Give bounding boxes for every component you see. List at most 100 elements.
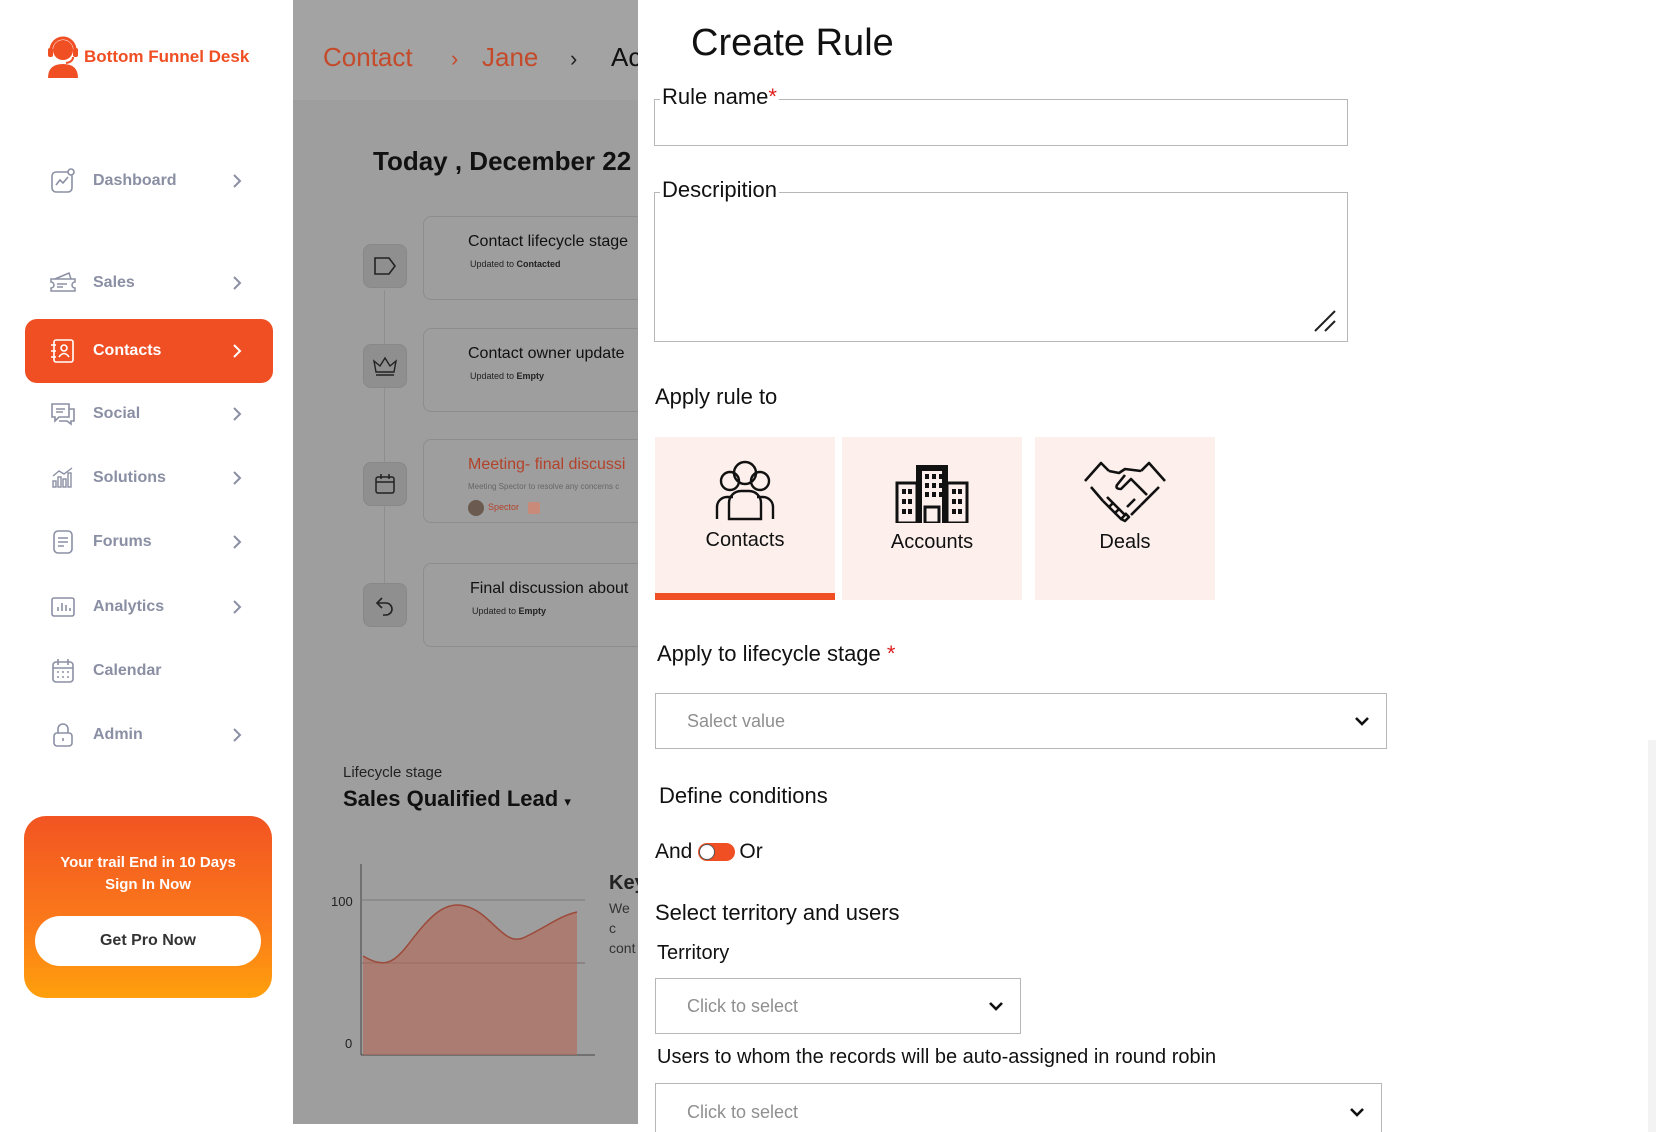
solutions-icon xyxy=(49,464,77,492)
sidebar-item-solutions[interactable]: Solutions xyxy=(25,446,273,510)
sidebar-item-dashboard[interactable]: Dashboard xyxy=(25,149,273,213)
sidebar-item-calendar[interactable]: Calendar xyxy=(25,639,273,703)
territory-users-heading: Select territory and users xyxy=(655,900,900,925)
promo-trial-text: Your trail End in 10 Days xyxy=(60,854,236,871)
apply-rule-to-label: Apply rule to xyxy=(655,384,778,409)
reply-icon xyxy=(363,583,407,627)
territory-label: Territory xyxy=(657,942,730,964)
and-or-toggle[interactable] xyxy=(698,843,736,861)
breadcrumb-separator-icon: › xyxy=(570,46,578,71)
chevron-right-icon xyxy=(227,344,247,358)
date-heading: Today , December 22 xyxy=(373,146,632,176)
calendar-icon xyxy=(49,657,77,685)
sidebar-item-label: Calendar xyxy=(93,662,162,679)
scroll-gutter xyxy=(1648,740,1656,1132)
toggle-knob xyxy=(699,844,716,860)
timeline-card-sub: Updated to Empty xyxy=(472,606,547,616)
timeline-card[interactable]: Contact owner update Updated to Empty xyxy=(423,328,638,412)
tile-label: Accounts xyxy=(890,531,974,553)
sidebar-item-sales[interactable]: Sales xyxy=(25,251,273,315)
lifecycle-stage-label: Lifecycle stage xyxy=(343,764,443,781)
timeline-card[interactable]: Contact lifecycle stage Updated to Conta… xyxy=(423,216,638,300)
lifecycle-stage-select[interactable]: Salect value xyxy=(655,693,1387,749)
contacts-icon xyxy=(49,337,77,365)
selected-indicator xyxy=(655,593,835,600)
lifecycle-stage-dropdown[interactable]: Sales Qualified Lead ▾ xyxy=(343,786,571,812)
panel-title: Create Rule xyxy=(691,22,894,64)
tag-icon xyxy=(363,244,407,288)
analytics-icon xyxy=(49,593,77,621)
building-icon xyxy=(894,459,970,528)
sidebar-item-admin[interactable]: Admin xyxy=(25,703,273,767)
sidebar: Bottom Funnel Desk Dashboard Sales Conta… xyxy=(0,0,293,1132)
handshake-icon xyxy=(1083,457,1167,530)
key-text: We c cont xyxy=(609,900,636,956)
timeline-card-sub: Updated to Empty xyxy=(470,371,545,381)
key-heading: Key xyxy=(609,872,638,894)
lifecycle-stage-label: Apply to lifecycle stage * xyxy=(657,641,896,666)
users-placeholder: Click to select xyxy=(687,1102,799,1122)
sidebar-item-label: Forums xyxy=(93,533,152,550)
get-pro-button[interactable]: Get Pro Now xyxy=(35,916,261,966)
breadcrumb-current: Ac xyxy=(611,42,638,72)
sidebar-item-label: Admin xyxy=(93,726,143,743)
create-rule-panel: Create Rule Rule name* Descripition Appl… xyxy=(638,0,1656,1132)
brand-name: Bottom Funnel Desk xyxy=(84,47,250,66)
y-tick-0: 0 xyxy=(345,1036,352,1051)
timeline-card-title: Meeting- final discussi xyxy=(468,456,626,473)
timeline-card[interactable]: Final discussion about Updated to Empty xyxy=(423,563,638,647)
attendee-badge xyxy=(528,502,540,514)
rule-name-field[interactable]: Rule name* xyxy=(654,84,1348,146)
sidebar-item-social[interactable]: Social xyxy=(25,382,273,446)
and-or-toggle-row: And Or xyxy=(655,840,763,864)
timeline-line xyxy=(384,290,385,590)
territory-placeholder: Click to select xyxy=(687,995,799,1016)
sidebar-item-forums[interactable]: Forums xyxy=(25,510,273,574)
sidebar-item-analytics[interactable]: Analytics xyxy=(25,575,273,639)
lock-icon xyxy=(49,721,77,749)
sidebar-item-label: Solutions xyxy=(93,469,166,486)
apply-to-contacts-tile[interactable]: Contacts xyxy=(655,437,835,600)
y-tick-100: 100 xyxy=(331,894,353,909)
users-select[interactable]: Click to select xyxy=(655,1083,1382,1132)
apply-to-accounts-tile[interactable]: Accounts xyxy=(842,437,1022,600)
chevron-right-icon xyxy=(227,535,247,549)
app-root: Bottom Funnel Desk Dashboard Sales Conta… xyxy=(0,0,1656,1132)
sidebar-item-label: Sales xyxy=(93,274,135,291)
resize-handle-icon[interactable] xyxy=(1313,309,1337,333)
crown-icon xyxy=(363,344,407,388)
breadcrumb-separator-icon: › xyxy=(451,46,459,71)
timeline-card[interactable]: Meeting- final discussi Meeting Spector … xyxy=(423,439,638,523)
brand-logo[interactable]: Bottom Funnel Desk xyxy=(44,36,249,78)
sidebar-item-label: Social xyxy=(93,405,141,422)
description-label: Descripition xyxy=(660,177,779,203)
sidebar-item-label: Analytics xyxy=(93,598,165,615)
breadcrumb-contact[interactable]: Contact xyxy=(323,42,413,73)
lifecycle-area-chart: 100 0 xyxy=(331,864,595,1056)
ticket-icon xyxy=(49,269,77,297)
round-robin-users-label: Users to whom the records will be auto-a… xyxy=(657,1046,1217,1068)
tile-label: Contacts xyxy=(705,529,785,551)
or-label: Or xyxy=(739,840,763,863)
breadcrumb: Contact › Jane › Ac xyxy=(293,0,638,100)
timeline-card-sub: Updated to Contacted xyxy=(470,259,561,269)
contact-activity-area: Contact › Jane › Ac Today , December 22 … xyxy=(293,0,638,1124)
promo-signin-text[interactable]: Sign In Now xyxy=(24,874,272,896)
description-field[interactable]: Descripition xyxy=(654,177,1348,342)
timeline-card-title: Final discussion about xyxy=(470,580,629,597)
timeline-card-title: Contact lifecycle stage xyxy=(468,233,629,250)
avatar xyxy=(468,500,484,516)
dashboard-icon xyxy=(49,167,77,195)
breadcrumb-jane[interactable]: Jane xyxy=(482,42,538,73)
sidebar-item-label: Dashboard xyxy=(93,172,177,189)
territory-select[interactable]: Click to select xyxy=(655,978,1021,1034)
chevron-right-icon xyxy=(227,174,247,188)
chevron-right-icon xyxy=(227,600,247,614)
lifecycle-stage-placeholder: Salect value xyxy=(687,710,786,731)
chevron-right-icon xyxy=(227,276,247,290)
sidebar-item-contacts[interactable]: Contacts xyxy=(25,319,273,383)
apply-to-deals-tile[interactable]: Deals xyxy=(1035,437,1215,600)
chevron-right-icon xyxy=(227,471,247,485)
chevron-down-icon xyxy=(1352,711,1372,731)
rule-name-label: Rule name* xyxy=(660,84,779,110)
